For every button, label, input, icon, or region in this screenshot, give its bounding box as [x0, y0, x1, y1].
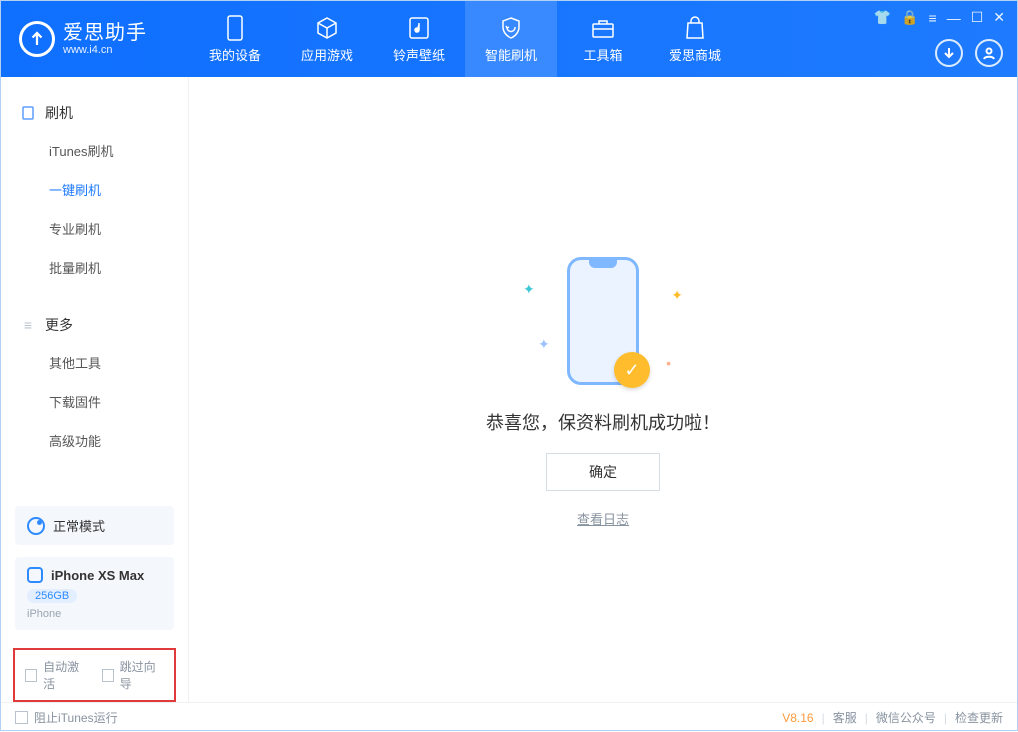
device-info-box[interactable]: iPhone XS Max 256GB iPhone: [15, 557, 174, 630]
checkbox-auto-activate[interactable]: 自动激活: [25, 658, 88, 692]
phone-outline-icon: ✓: [567, 257, 639, 385]
sidebar-item-pro-flash[interactable]: 专业刷机: [1, 209, 188, 248]
checkbox-icon: [102, 669, 114, 682]
footer-link-support[interactable]: 客服: [833, 709, 857, 726]
footer-link-update[interactable]: 检查更新: [955, 709, 1003, 726]
sidebar-item-batch-flash[interactable]: 批量刷机: [1, 248, 188, 287]
list-icon: ≡: [21, 318, 35, 332]
checkbox-skip-guide[interactable]: 跳过向导: [102, 658, 165, 692]
sidebar-category-flash: 刷机: [1, 95, 188, 131]
ok-button[interactable]: 确定: [546, 453, 660, 491]
toolbox-icon: [590, 15, 616, 41]
cube-icon: [314, 15, 340, 41]
shopping-bag-icon: [682, 15, 708, 41]
sidebar-item-download-firmware[interactable]: 下载固件: [1, 382, 188, 421]
refresh-shield-icon: [498, 15, 524, 41]
logo-area: 爱思助手 www.i4.cn: [1, 21, 189, 57]
sidebar-category-more: ≡ 更多: [1, 307, 188, 343]
success-illustration: ✦ ✦ ✦ • ✓: [513, 251, 693, 391]
menu-icon[interactable]: ≡: [929, 10, 937, 26]
footer-link-wechat[interactable]: 微信公众号: [876, 709, 936, 726]
maximize-button[interactable]: ☐: [971, 9, 984, 26]
device-capacity: 256GB: [27, 589, 77, 603]
tab-store[interactable]: 爱思商城: [649, 1, 741, 77]
shirt-icon[interactable]: 👕: [874, 9, 891, 26]
sidebar-item-advanced[interactable]: 高级功能: [1, 421, 188, 460]
device-icon: [21, 106, 35, 120]
tab-toolbox[interactable]: 工具箱: [557, 1, 649, 77]
close-button[interactable]: ✕: [993, 9, 1005, 26]
main-tabs: 我的设备 应用游戏 铃声壁纸 智能刷机 工具箱 爱思商城: [189, 1, 741, 77]
sparkle-icon: ✦: [671, 287, 683, 304]
sidebar-item-oneclick-flash[interactable]: 一键刷机: [1, 170, 188, 209]
view-log-link[interactable]: 查看日志: [577, 509, 629, 528]
download-button[interactable]: [935, 39, 963, 67]
sparkle-icon: •: [666, 355, 671, 371]
phone-icon: [222, 15, 248, 41]
device-name: iPhone XS Max: [51, 568, 144, 583]
sidebar: 刷机 iTunes刷机 一键刷机 专业刷机 批量刷机 ≡ 更多 其他工具 下载固…: [1, 77, 189, 702]
app-logo-icon: [19, 21, 55, 57]
success-message: 恭喜您，保资料刷机成功啦！: [486, 409, 720, 435]
music-note-icon: [406, 15, 432, 41]
flash-options-highlight: 自动激活 跳过向导: [13, 648, 176, 702]
sparkle-icon: ✦: [523, 281, 535, 298]
user-profile-button[interactable]: [975, 39, 1003, 67]
device-small-icon: [27, 567, 43, 583]
mode-label: 正常模式: [53, 516, 105, 535]
app-name: 爱思助手: [63, 22, 147, 44]
checkbox-block-itunes[interactable]: 阻止iTunes运行: [15, 709, 118, 726]
minimize-button[interactable]: —: [947, 10, 961, 26]
tab-smart-flash[interactable]: 智能刷机: [465, 1, 557, 77]
window-controls: 👕 🔒 ≡ — ☐ ✕: [874, 9, 1005, 26]
checkbox-icon: [25, 669, 37, 682]
status-bar: 阻止iTunes运行 V8.16 | 客服 | 微信公众号 | 检查更新: [1, 702, 1017, 732]
tab-ringtone-wallpaper[interactable]: 铃声壁纸: [373, 1, 465, 77]
device-mode-box[interactable]: 正常模式: [15, 506, 174, 545]
sparkle-icon: ✦: [538, 336, 550, 353]
tab-apps-games[interactable]: 应用游戏: [281, 1, 373, 77]
version-label: V8.16: [782, 711, 813, 725]
app-url: www.i4.cn: [63, 44, 147, 56]
tab-my-device[interactable]: 我的设备: [189, 1, 281, 77]
mode-icon: [27, 517, 45, 535]
sidebar-item-itunes-flash[interactable]: iTunes刷机: [1, 131, 188, 170]
sidebar-item-other-tools[interactable]: 其他工具: [1, 343, 188, 382]
app-header: 爱思助手 www.i4.cn 我的设备 应用游戏 铃声壁纸 智能刷机 工具箱 爱…: [1, 1, 1017, 77]
checkbox-icon: [15, 711, 28, 724]
device-type: iPhone: [27, 608, 162, 620]
main-content: ✦ ✦ ✦ • ✓ 恭喜您，保资料刷机成功啦！ 确定 查看日志: [189, 77, 1017, 702]
lock-icon[interactable]: 🔒: [901, 9, 918, 26]
checkmark-badge-icon: ✓: [614, 352, 650, 388]
